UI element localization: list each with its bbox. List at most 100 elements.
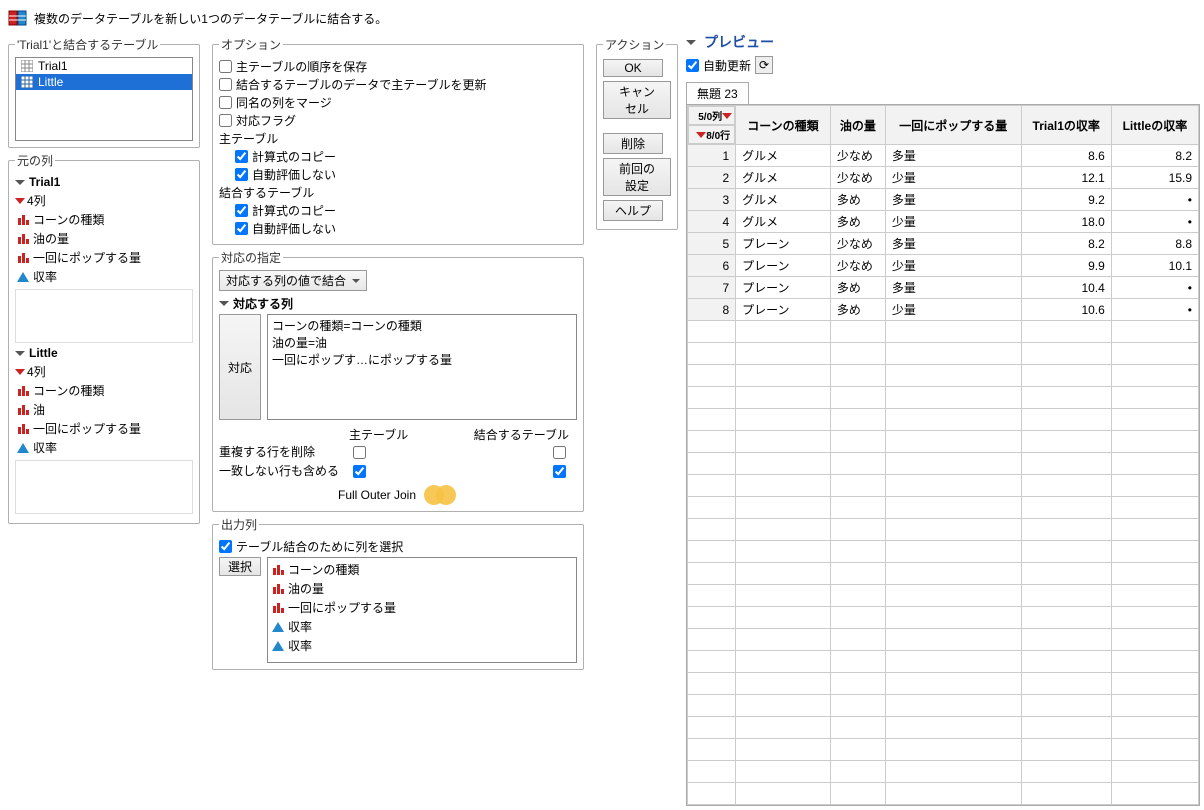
column-item[interactable]: 収率 <box>270 617 574 636</box>
options-label: オプション <box>219 36 283 53</box>
red-triangle-icon[interactable] <box>15 198 25 204</box>
column-item[interactable]: 一回にポップする量 <box>15 419 193 438</box>
include-nonmatch-main-checkbox[interactable] <box>353 465 366 478</box>
main-copy-formula-checkbox[interactable] <box>235 150 248 163</box>
auto-update-checkbox[interactable] <box>686 59 699 72</box>
column-item[interactable]: コーンの種類 <box>15 381 193 400</box>
nominal-icon <box>17 252 29 264</box>
table-icon <box>20 59 34 73</box>
drop-dups-join-checkbox[interactable] <box>553 446 566 459</box>
column-item[interactable]: 収率 <box>15 438 193 457</box>
preview-tab[interactable]: 無題 23 <box>686 82 749 104</box>
disclosure-icon[interactable] <box>15 180 25 185</box>
match-pair-item[interactable]: 一回にポップす…にポップする量 <box>272 351 572 368</box>
column-header[interactable]: Trial1の収率 <box>1021 106 1111 145</box>
preview-title: プレビュー <box>704 32 774 52</box>
table-row[interactable]: 8 プレーン 多め 少量 10.6 • <box>688 299 1199 321</box>
column-item[interactable]: コーンの種類 <box>15 210 193 229</box>
row-number: 8 <box>688 299 736 321</box>
table-row[interactable]: 5 プレーン 少なめ 多量 8.2 8.8 <box>688 233 1199 255</box>
nominal-icon <box>272 564 284 576</box>
match-flag-checkbox[interactable] <box>219 114 232 127</box>
matching-method-dropdown[interactable]: 対応する列の値で結合 <box>219 270 367 291</box>
table-icon <box>20 75 34 89</box>
matching-columns-label: 対応する列 <box>233 295 293 312</box>
update-main-checkbox[interactable] <box>219 78 232 91</box>
red-triangle-icon[interactable] <box>696 132 706 138</box>
disclosure-icon[interactable] <box>219 301 229 306</box>
row-number: 6 <box>688 255 736 277</box>
table-name: Trial1 <box>29 175 60 189</box>
nominal-icon <box>17 404 29 416</box>
column-item[interactable]: コーンの種類 <box>270 560 574 579</box>
table-row[interactable]: 6 プレーン 少なめ 少量 9.9 10.1 <box>688 255 1199 277</box>
join-table-section-label: 結合するテーブル <box>219 184 577 201</box>
match-button[interactable]: 対応 <box>219 314 261 420</box>
column-item[interactable]: 一回にポップする量 <box>270 598 574 617</box>
match-list[interactable]: コーンの種類=コーンの種類 油の量=油 一回にポップす…にポップする量 <box>267 314 577 420</box>
row-number: 1 <box>688 145 736 167</box>
drop-duplicates-label: 重複する行を削除 <box>219 443 349 462</box>
help-button[interactable]: ヘルプ <box>603 200 663 221</box>
row-number: 2 <box>688 167 736 189</box>
cancel-button[interactable]: キャンセル <box>603 81 671 119</box>
select-button[interactable]: 選択 <box>219 557 261 576</box>
column-item[interactable]: 収率 <box>15 267 193 286</box>
ok-button[interactable]: OK <box>603 59 663 77</box>
red-triangle-icon[interactable] <box>722 113 732 119</box>
drop-dups-main-checkbox[interactable] <box>353 446 366 459</box>
column-item[interactable]: 油の量 <box>270 579 574 598</box>
main-no-autoeval-checkbox[interactable] <box>235 168 248 181</box>
refresh-icon[interactable]: ⟳ <box>755 56 773 74</box>
table-join-icon <box>8 8 28 28</box>
table-row[interactable]: 1 グルメ 少なめ 多量 8.6 8.2 <box>688 145 1199 167</box>
nominal-icon <box>17 385 29 397</box>
recall-button[interactable]: 前回の設定 <box>603 158 671 196</box>
output-cols-label: 出力列 <box>219 516 259 533</box>
disclosure-icon[interactable] <box>686 40 696 45</box>
output-columns-list[interactable]: コーンの種類 油の量 一回にポップする量 収率 収率 <box>267 557 577 663</box>
red-triangle-icon[interactable] <box>15 369 25 375</box>
join-type-label: Full Outer Join <box>338 488 416 502</box>
column-item[interactable]: 油の量 <box>15 229 193 248</box>
continuous-icon <box>17 271 29 283</box>
preview-table: 5/0列 8/0行コーンの種類油の量一回にポップする量Trial1の収率Litt… <box>687 105 1199 805</box>
tables-to-join-list[interactable]: Trial1 Little <box>15 57 193 141</box>
include-nonmatch-label: 一致しない行も含める <box>219 462 349 481</box>
table-name: Little <box>29 346 58 360</box>
disclosure-icon[interactable] <box>15 351 25 356</box>
table-row[interactable]: 3 グルメ 多め 多量 9.2 • <box>688 189 1199 211</box>
list-item[interactable]: Little <box>16 74 192 90</box>
matching-label: 対応の指定 <box>219 249 283 266</box>
table-row[interactable]: 2 グルメ 少なめ 少量 12.1 15.9 <box>688 167 1199 189</box>
row-number: 7 <box>688 277 736 299</box>
table-row[interactable]: 4 グルメ 多め 少量 18.0 • <box>688 211 1199 233</box>
column-header[interactable]: Littleの収率 <box>1111 106 1198 145</box>
row-number: 5 <box>688 233 736 255</box>
preserve-order-checkbox[interactable] <box>219 60 232 73</box>
column-item[interactable]: 一回にポップする量 <box>15 248 193 267</box>
table-row[interactable]: 7 プレーン 多め 多量 10.4 • <box>688 277 1199 299</box>
join-copy-formula-checkbox[interactable] <box>235 204 248 217</box>
row-number: 4 <box>688 211 736 233</box>
select-cols-for-join-checkbox[interactable] <box>219 540 232 553</box>
column-item[interactable]: 収率 <box>270 636 574 655</box>
join-no-autoeval-checkbox[interactable] <box>235 222 248 235</box>
list-item[interactable]: Trial1 <box>16 58 192 74</box>
match-pair-item[interactable]: コーンの種類=コーンの種類 <box>272 317 572 334</box>
column-header[interactable]: 油の量 <box>830 106 885 145</box>
include-nonmatch-join-checkbox[interactable] <box>553 465 566 478</box>
match-pair-item[interactable]: 油の量=油 <box>272 334 572 351</box>
nominal-icon <box>272 602 284 614</box>
column-header[interactable]: 一回にポップする量 <box>885 106 1021 145</box>
nominal-icon <box>17 214 29 226</box>
nominal-icon <box>272 583 284 595</box>
dialog-title: 複数のデータテーブルを新しい1つのデータテーブルに結合する。 <box>34 10 387 27</box>
column-header[interactable]: コーンの種類 <box>736 106 831 145</box>
continuous-icon <box>272 621 284 633</box>
row-number: 3 <box>688 189 736 211</box>
remove-button[interactable]: 削除 <box>603 133 663 154</box>
main-table-section-label: 主テーブル <box>219 130 577 147</box>
merge-same-name-checkbox[interactable] <box>219 96 232 109</box>
column-item[interactable]: 油 <box>15 400 193 419</box>
